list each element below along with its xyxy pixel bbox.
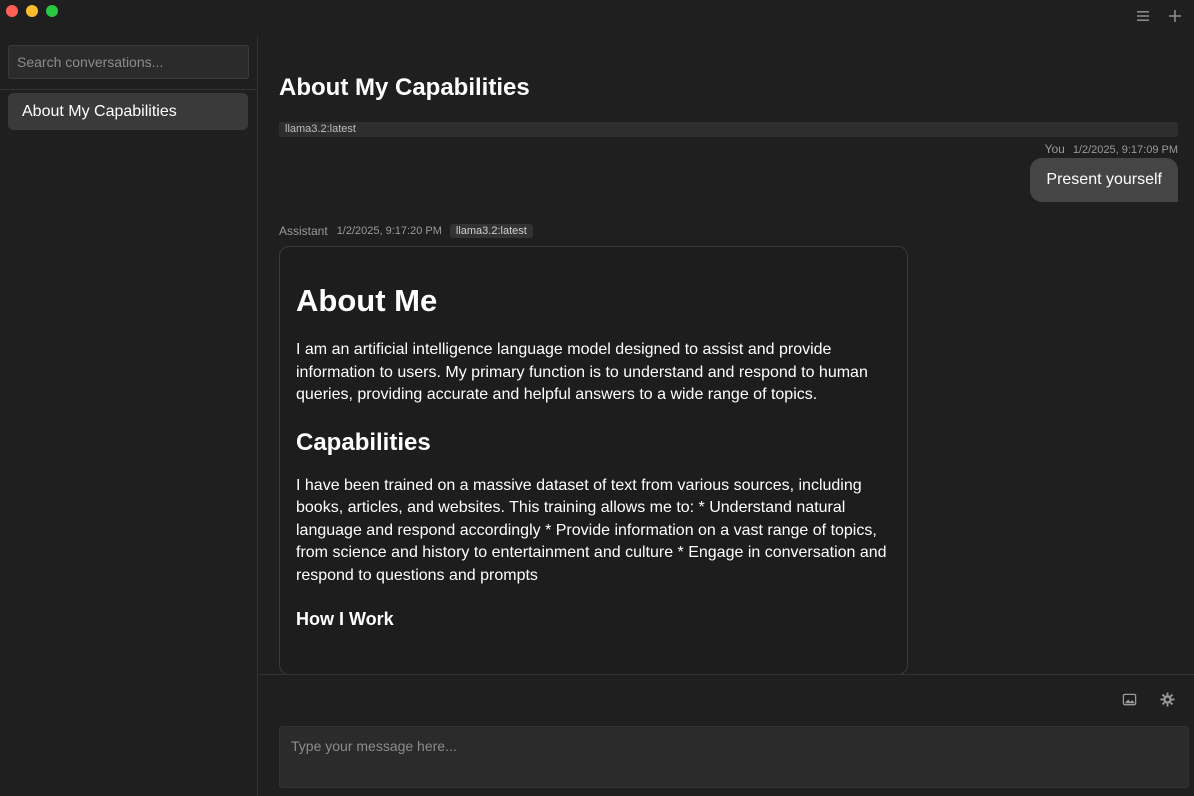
- user-message-meta: You 1/2/2025, 9:17:09 PM: [279, 142, 1178, 156]
- sidebar: About My Capabilities: [0, 36, 258, 796]
- header-actions: [1134, 6, 1184, 27]
- user-message-row: Present yourself: [279, 158, 1178, 202]
- user-timestamp: 1/2/2025, 9:17:09 PM: [1072, 144, 1178, 156]
- model-indicator: llama3.2:latest: [279, 122, 1178, 137]
- message-input[interactable]: [279, 726, 1189, 788]
- minimize-window-button[interactable]: [26, 5, 38, 17]
- conversation-item-label: About My Capabilities: [22, 102, 177, 120]
- capabilities-heading: Capabilities: [296, 428, 431, 456]
- main-panel: About My Capabilities llama3.2:latest Yo…: [259, 36, 1194, 796]
- conversation-list: About My Capabilities: [0, 90, 257, 130]
- assistant-message-card: About Me I am an artificial intelligence…: [279, 246, 908, 674]
- assistant-message-meta: Assistant 1/2/2025, 9:17:20 PM llama3.2:…: [279, 224, 1178, 238]
- window-controls: [6, 5, 58, 17]
- menu-icon[interactable]: [1134, 6, 1152, 27]
- assistant-heading: About Me: [296, 283, 438, 318]
- app-window: About My Capabilities About My Capabilit…: [0, 0, 1194, 796]
- assistant-model-tag: llama3.2:latest: [449, 224, 533, 238]
- composer-tools: [1122, 692, 1176, 708]
- message-composer: [259, 674, 1194, 796]
- capabilities-text: I have been trained on a massive dataset…: [296, 476, 887, 584]
- close-window-button[interactable]: [6, 5, 18, 17]
- conversation-title: About My Capabilities: [279, 74, 530, 101]
- chat-area[interactable]: About My Capabilities llama3.2:latest Yo…: [259, 36, 1194, 674]
- gear-icon[interactable]: [1160, 692, 1176, 708]
- how-i-work-heading: How I Work: [296, 609, 394, 629]
- zoom-window-button[interactable]: [46, 5, 58, 17]
- search-input[interactable]: [8, 45, 249, 79]
- user-sender-label: You: [1044, 142, 1065, 156]
- image-icon[interactable]: [1122, 692, 1138, 708]
- search-container: [0, 36, 257, 90]
- assistant-intro-text: I am an artificial intelligence language…: [296, 341, 868, 403]
- conversation-item[interactable]: About My Capabilities: [8, 93, 248, 130]
- assistant-sender-label: Assistant: [279, 224, 328, 238]
- user-message-bubble: Present yourself: [1030, 158, 1178, 202]
- assistant-timestamp: 1/2/2025, 9:17:20 PM: [336, 225, 442, 237]
- new-chat-plus-icon[interactable]: [1166, 6, 1184, 27]
